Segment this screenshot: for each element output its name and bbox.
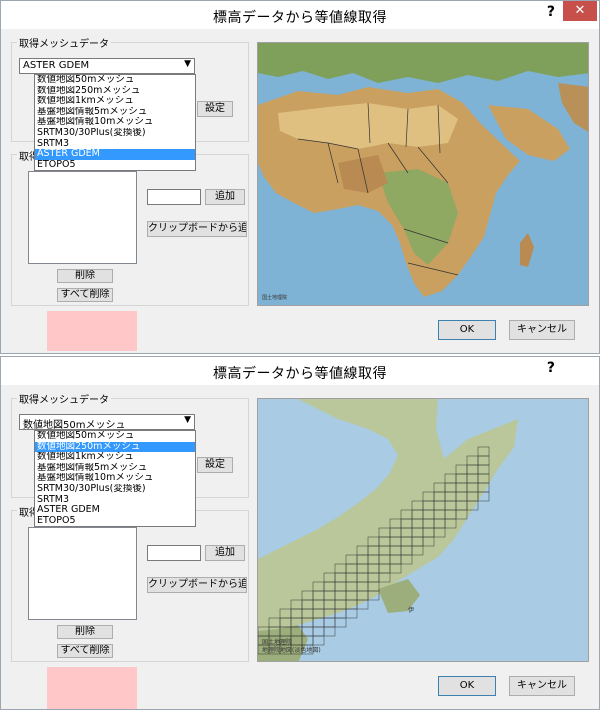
help-button[interactable]: ? bbox=[547, 4, 555, 20]
dialog-top: 標高データから等値線取得 ? ✕ 取得メッシュデータ ASTER GDEM ▼ … bbox=[0, 0, 600, 354]
mesh-option[interactable]: 数値地図1kmメッシュ bbox=[35, 96, 195, 107]
delete-button[interactable]: 削除 bbox=[57, 625, 113, 639]
map-label: 伊 bbox=[408, 607, 415, 614]
mesh-option[interactable]: 基盤地図情報10mメッシュ bbox=[35, 473, 195, 484]
africa-map-graphic: 国土地理院 bbox=[258, 43, 588, 305]
mesh-option[interactable]: ASTER GDEM bbox=[35, 505, 195, 516]
mesh-option[interactable]: 数値地図1kmメッシュ bbox=[35, 452, 195, 463]
mesh-option[interactable]: SRTM3 bbox=[35, 139, 195, 150]
mesh-combo-value: 数値地図50mメッシュ bbox=[23, 420, 126, 431]
mesh-group-label: 取得メッシュデータ bbox=[17, 391, 111, 406]
map-preview-africa[interactable]: 国土地理院 bbox=[257, 42, 589, 306]
delete-button[interactable]: 削除 bbox=[57, 269, 113, 283]
chevron-down-icon: ▼ bbox=[184, 59, 191, 69]
mesh-dropdown-list[interactable]: 数値地図50mメッシュ 数値地図250mメッシュ 数値地図1kmメッシュ 基盤地図情報… bbox=[34, 74, 196, 172]
chevron-down-icon: ▼ bbox=[184, 415, 191, 425]
mesh-combo[interactable]: 数値地図50mメッシュ ▼ bbox=[19, 414, 195, 431]
mesh-option[interactable]: 数値地図250mメッシュ bbox=[35, 86, 195, 97]
dialog-title: 標高データから等値線取得 bbox=[213, 10, 387, 26]
delete-all-button[interactable]: すべて削除 bbox=[57, 644, 113, 658]
delete-all-button[interactable]: すべて削除 bbox=[57, 288, 113, 302]
mesh-option[interactable]: SRTM3 bbox=[35, 495, 195, 506]
map-credit-line-1: 国土地理院 bbox=[262, 639, 293, 646]
mesh-option[interactable]: ETOPO5 bbox=[35, 160, 195, 171]
ok-button[interactable]: OK bbox=[438, 320, 496, 340]
area-listbox[interactable] bbox=[28, 527, 137, 620]
clipboard-add-button[interactable]: クリップボードから追加 bbox=[147, 221, 247, 237]
mesh-group-label: 取得メッシュデータ bbox=[17, 35, 111, 50]
map-preview-japan[interactable]: 伊 国土地理院 地理院地図(淡色地図) bbox=[257, 398, 589, 662]
add-button[interactable]: 追加 bbox=[205, 545, 245, 561]
mesh-option[interactable]: ETOPO5 bbox=[35, 516, 195, 527]
mesh-dropdown-list[interactable]: 数値地図50mメッシュ 数値地図250mメッシュ 数値地図1kmメッシュ 基盤地図情報… bbox=[34, 430, 196, 528]
cancel-button[interactable]: キャンセル bbox=[509, 320, 575, 340]
title-bar: 標高データから等値線取得 ? bbox=[1, 357, 599, 385]
cancel-button[interactable]: キャンセル bbox=[509, 676, 575, 696]
pink-marker bbox=[47, 311, 137, 351]
mesh-option[interactable]: 基盤地図情報5mメッシュ bbox=[35, 463, 195, 474]
svg-text:国土地理院: 国土地理院 bbox=[262, 294, 287, 301]
pink-marker bbox=[47, 667, 137, 709]
set-button[interactable]: 設定 bbox=[197, 457, 233, 473]
area-input[interactable] bbox=[147, 189, 201, 205]
help-button[interactable]: ? bbox=[547, 360, 555, 376]
mesh-option[interactable]: 数値地図50mメッシュ bbox=[35, 75, 195, 86]
mesh-combo-value: ASTER GDEM bbox=[23, 60, 90, 71]
title-bar: 標高データから等値線取得 ? ✕ bbox=[1, 1, 599, 29]
japan-map-graphic bbox=[258, 399, 588, 661]
ok-button[interactable]: OK bbox=[438, 676, 496, 696]
mesh-option[interactable]: SRTM30/30Plus(変換後) bbox=[35, 128, 195, 139]
mesh-option[interactable]: 数値地図250mメッシュ bbox=[35, 441, 195, 453]
clipboard-add-button[interactable]: クリップボードから追加 bbox=[147, 577, 247, 593]
mesh-option[interactable]: SRTM30/30Plus(変換後) bbox=[35, 484, 195, 495]
mesh-option[interactable]: 基盤地図情報5mメッシュ bbox=[35, 107, 195, 118]
mesh-option[interactable]: 基盤地図情報10mメッシュ bbox=[35, 117, 195, 128]
close-button[interactable]: ✕ bbox=[563, 1, 597, 21]
dialog-title: 標高データから等値線取得 bbox=[213, 366, 387, 382]
mesh-option[interactable]: 数値地図50mメッシュ bbox=[35, 431, 195, 442]
set-button[interactable]: 設定 bbox=[197, 101, 233, 117]
mesh-option[interactable]: ASTER GDEM bbox=[35, 149, 195, 160]
map-credit-line-2: 地理院地図(淡色地図) bbox=[262, 647, 321, 654]
add-button[interactable]: 追加 bbox=[205, 189, 245, 205]
area-input[interactable] bbox=[147, 545, 201, 561]
area-listbox[interactable] bbox=[28, 171, 137, 264]
mesh-combo[interactable]: ASTER GDEM ▼ bbox=[19, 58, 195, 74]
dialog-bottom: 標高データから等値線取得 ? 取得メッシュデータ 数値地図50mメッシュ ▼ 数… bbox=[0, 356, 600, 710]
